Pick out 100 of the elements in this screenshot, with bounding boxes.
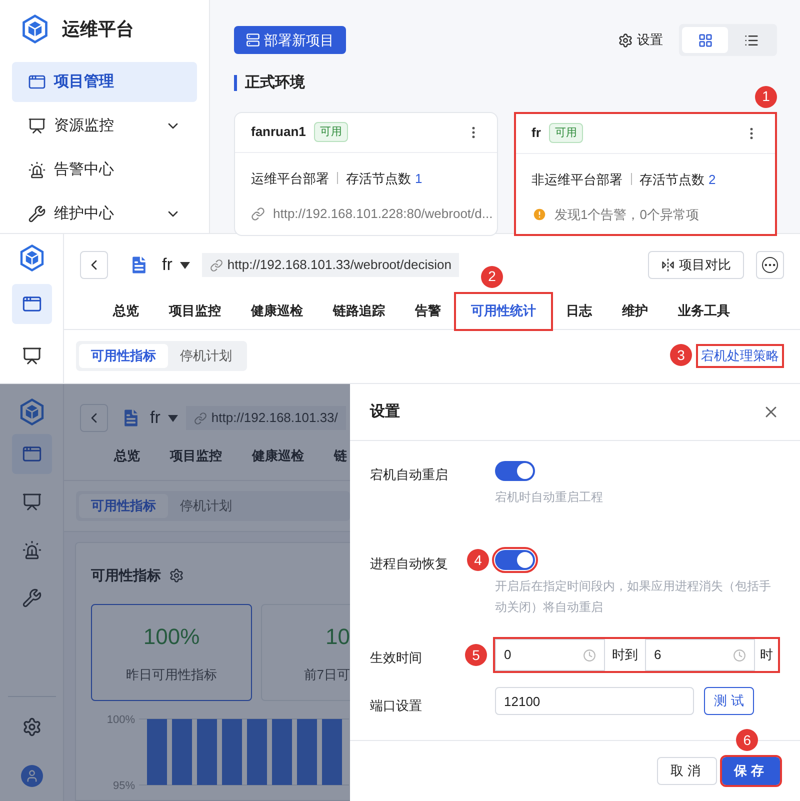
bar <box>272 719 292 785</box>
brand-name: 运维平台 <box>62 18 134 40</box>
dialog-title: 设置 <box>370 402 400 422</box>
window-icon <box>22 294 42 314</box>
window-icon <box>28 73 46 91</box>
unit-label: 时 <box>759 646 774 664</box>
toggle-switch[interactable] <box>495 550 535 570</box>
project-card[interactable]: fanruan1 可用 运维平台部署 存活节点数 1 http://192.168.101.228:80/webroot/d... <box>234 112 498 236</box>
test-button[interactable]: 测试 <box>704 687 754 715</box>
tab[interactable]: 维护 <box>607 294 663 328</box>
tab[interactable]: 链 <box>334 446 347 466</box>
tab[interactable]: 可用性统计 <box>456 294 551 328</box>
step-badge: 1 <box>755 86 777 108</box>
tab[interactable]: 日志 <box>551 294 607 328</box>
tab[interactable]: 业务工具 <box>663 294 745 328</box>
bar <box>147 719 167 785</box>
user-avatar[interactable] <box>20 765 42 787</box>
segment-tab[interactable]: 可用性指标 <box>79 344 168 368</box>
step-badge: 4 <box>467 549 489 571</box>
stat-card[interactable]: 100% 昨日可用性指标 <box>91 604 252 701</box>
save-button[interactable]: 保存 <box>722 757 780 785</box>
nav-item[interactable]: 资源监控 <box>12 106 197 146</box>
tab[interactable]: 告警 <box>400 294 456 328</box>
bar <box>322 719 342 785</box>
grid-icon <box>698 32 712 48</box>
tab[interactable]: 总览 <box>114 446 140 466</box>
url-chip[interactable]: http://192.168.101.33/ <box>186 406 346 430</box>
field-label: 宕机自动重启 <box>370 467 448 482</box>
server-icon <box>246 33 260 47</box>
step-badge: 2 <box>481 266 503 288</box>
stat-label: 前7日可 <box>304 666 350 684</box>
step-badge: 5 <box>465 644 487 666</box>
alarm-icon <box>28 161 46 179</box>
clock-icon <box>733 648 746 662</box>
port-input[interactable]: 12100 <box>495 687 694 715</box>
bar <box>172 719 192 785</box>
settings-icon <box>618 32 633 48</box>
deploy-type: 运维平台部署 <box>251 170 329 188</box>
settings-icon[interactable] <box>22 717 42 737</box>
status-tag: 可用 <box>314 122 348 142</box>
logo-icon <box>18 244 46 272</box>
url-chip[interactable]: http://192.168.101.33/webroot/decision <box>202 253 460 277</box>
list-icon <box>744 32 758 48</box>
stat-label: 昨日可用性指标 <box>126 666 217 684</box>
tab[interactable]: 总览 <box>98 294 154 328</box>
caret-icon <box>168 414 178 422</box>
nodes-count: 1 <box>415 170 422 188</box>
bar <box>247 719 267 785</box>
wrench-icon <box>22 588 42 608</box>
field-label: 进程自动恢复 <box>370 556 448 571</box>
nav-item[interactable]: 项目管理 <box>12 62 197 102</box>
alarm-icon <box>22 540 42 560</box>
toggle-switch[interactable] <box>495 461 535 481</box>
project-name: fr <box>532 124 541 142</box>
compare-icon <box>661 258 675 272</box>
monitor-chart-icon <box>22 346 42 366</box>
nav-item[interactable]: 告警中心 <box>12 150 197 190</box>
view-button[interactable] <box>682 27 728 53</box>
segment-tab[interactable]: 停机计划 <box>168 344 244 368</box>
tab[interactable]: 项目监控 <box>154 294 236 328</box>
tab[interactable]: 健康巡检 <box>252 446 304 466</box>
strategy-link[interactable]: 宕机处理策略 <box>698 346 782 366</box>
project-selector[interactable]: fr <box>150 405 178 431</box>
window-icon <box>22 444 42 464</box>
project-name: fanruan1 <box>251 123 306 142</box>
cancel-button[interactable]: 取消 <box>657 757 718 785</box>
caret-icon <box>180 262 190 268</box>
wrench-icon <box>28 205 46 223</box>
hint-text: 开启后在指定时间段内，如果应用进程消失（包括手动关闭）将自动重启 <box>495 578 772 616</box>
bar <box>222 719 242 785</box>
link-icon <box>251 206 265 221</box>
project-selector[interactable]: fr <box>162 252 190 278</box>
warning-icon <box>532 207 546 222</box>
time-input[interactable]: 0 <box>495 639 605 671</box>
settings-button[interactable]: 设置 <box>618 30 663 50</box>
warning-text: 发现1个告警，0个异常项 <box>554 206 699 224</box>
field-label: 生效时间 <box>370 650 422 665</box>
nodes-label: 存活节点数 <box>346 170 411 188</box>
monitor-chart-icon <box>22 492 42 512</box>
logo-icon <box>18 398 46 426</box>
compare-button[interactable]: 项目对比 <box>648 251 744 279</box>
tab[interactable]: 项目监控 <box>170 446 222 466</box>
tab[interactable]: 链路追踪 <box>318 294 400 328</box>
rail-item[interactable] <box>12 284 52 324</box>
step-badge: 6 <box>736 729 758 751</box>
nodes-count: 2 <box>708 170 716 188</box>
field-label: 端口设置 <box>370 698 422 713</box>
more-button[interactable] <box>756 251 784 279</box>
project-url[interactable]: http://192.168.101.228:80/webroot/d... <box>273 204 493 224</box>
logo-icon <box>20 14 50 44</box>
section-title: 正式环境 <box>245 73 305 93</box>
link-icon <box>194 412 208 424</box>
deploy-button[interactable]: 部署新项目 <box>234 26 346 54</box>
time-input[interactable]: 6 <box>645 639 755 671</box>
settings-icon[interactable] <box>169 568 184 583</box>
tab[interactable]: 健康巡检 <box>236 294 318 328</box>
bar <box>297 719 317 785</box>
bar <box>197 719 217 785</box>
nav-item[interactable]: 维护中心 <box>12 194 197 234</box>
range-separator: 时到 <box>611 646 639 664</box>
